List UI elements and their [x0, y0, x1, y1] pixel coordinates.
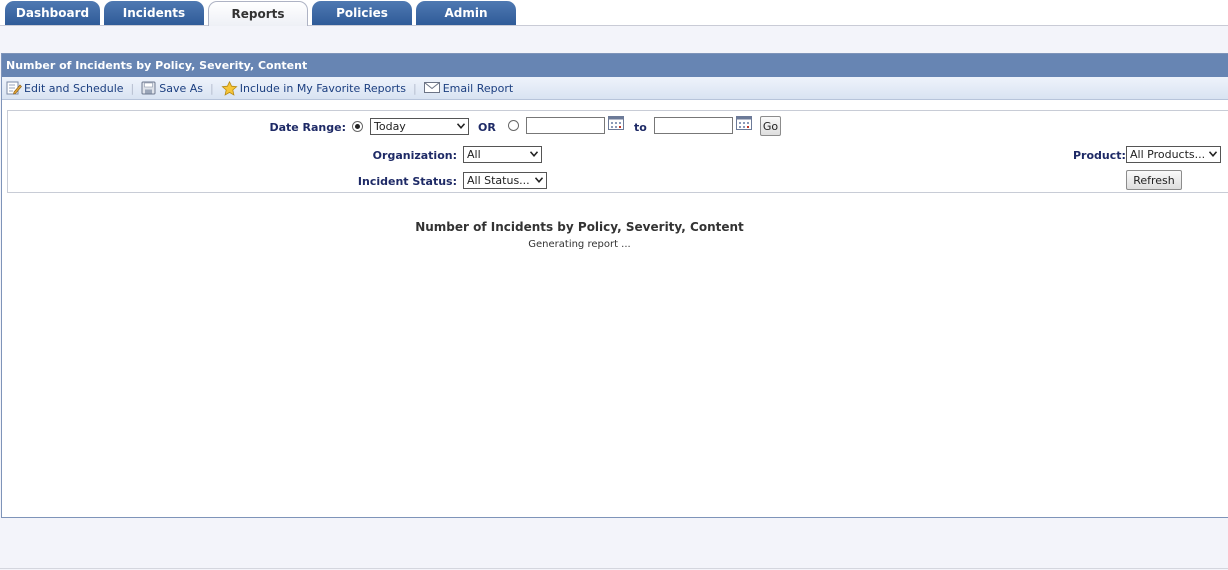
edit-schedule-button[interactable]: Edit and Schedule	[6, 81, 124, 95]
date-range-custom-radio[interactable]	[508, 120, 519, 131]
date-range-preset-radio[interactable]	[352, 121, 363, 132]
tab-policies[interactable]: Policies	[312, 1, 412, 25]
top-tab-bar: Dashboard Incidents Reports Policies Adm…	[0, 0, 1228, 26]
favorite-reports-button[interactable]: Include in My Favorite Reports	[221, 80, 406, 96]
tab-incidents-label: Incidents	[122, 6, 186, 20]
envelope-icon	[423, 82, 440, 93]
footer-divider	[0, 568, 1228, 569]
to-label: to	[634, 121, 647, 134]
go-button-label: Go	[762, 119, 779, 133]
calendar-icon[interactable]	[736, 116, 752, 130]
organization-value: All	[467, 148, 481, 161]
chevron-down-icon	[535, 177, 543, 183]
report-filters: Date Range: Today OR to Go Organization:	[7, 110, 1228, 193]
tab-admin[interactable]: Admin	[416, 1, 516, 25]
tab-dashboard-label: Dashboard	[15, 6, 90, 20]
report-status: Generating report ...	[528, 239, 631, 250]
date-from-input[interactable]	[526, 117, 605, 134]
or-label: OR	[478, 121, 496, 134]
incident-status-label: Incident Status:	[357, 175, 457, 188]
incident-status-value: All Status...	[467, 174, 530, 187]
toolbar-divider: |	[210, 81, 214, 95]
panel-title: Number of Incidents by Policy, Severity,…	[6, 59, 308, 72]
tab-reports[interactable]: Reports	[208, 1, 308, 26]
refresh-button-label: Refresh	[1133, 173, 1175, 187]
chevron-down-icon	[530, 151, 538, 157]
report-toolbar: Edit and Schedule | Save As | Include in…	[2, 77, 1228, 100]
product-value: All Products...	[1130, 148, 1206, 161]
toolbar-divider: |	[130, 81, 135, 95]
edit-schedule-label: Edit and Schedule	[24, 81, 124, 95]
calendar-icon[interactable]	[608, 116, 624, 130]
date-to-input[interactable]	[654, 117, 733, 134]
toolbar-divider: |	[412, 81, 417, 95]
edit-icon	[6, 81, 22, 95]
save-icon	[141, 81, 156, 95]
report-title: Number of Incidents by Policy, Severity,…	[415, 220, 744, 234]
tab-admin-label: Admin	[444, 6, 488, 20]
product-select[interactable]: All Products...	[1126, 146, 1221, 163]
date-range-select[interactable]: Today	[370, 118, 469, 135]
panel-header: Number of Incidents by Policy, Severity,…	[2, 54, 1228, 77]
date-range-value: Today	[374, 120, 406, 133]
organization-label: Organization:	[372, 149, 457, 162]
chevron-down-icon	[1209, 151, 1217, 157]
tab-dashboard[interactable]: Dashboard	[5, 1, 100, 25]
incident-status-select[interactable]: All Status...	[463, 172, 547, 189]
save-as-label: Save As	[159, 81, 204, 95]
tab-incidents[interactable]: Incidents	[104, 1, 204, 25]
go-button[interactable]: Go	[760, 116, 781, 136]
refresh-button[interactable]: Refresh	[1126, 170, 1182, 190]
date-range-label: Date Range:	[269, 121, 346, 134]
email-report-button[interactable]: Email Report	[423, 81, 514, 95]
product-label: Product:	[1073, 149, 1126, 162]
email-report-label: Email Report	[442, 81, 514, 95]
report-panel: Number of Incidents by Policy, Severity,…	[1, 53, 1228, 518]
save-as-button[interactable]: Save As	[141, 81, 203, 95]
chevron-down-icon	[457, 123, 465, 129]
tab-policies-label: Policies	[336, 6, 388, 20]
organization-select[interactable]: All	[463, 146, 542, 163]
tab-reports-label: Reports	[231, 7, 285, 21]
star-icon	[221, 80, 238, 96]
favorite-reports-label: Include in My Favorite Reports	[239, 81, 406, 95]
